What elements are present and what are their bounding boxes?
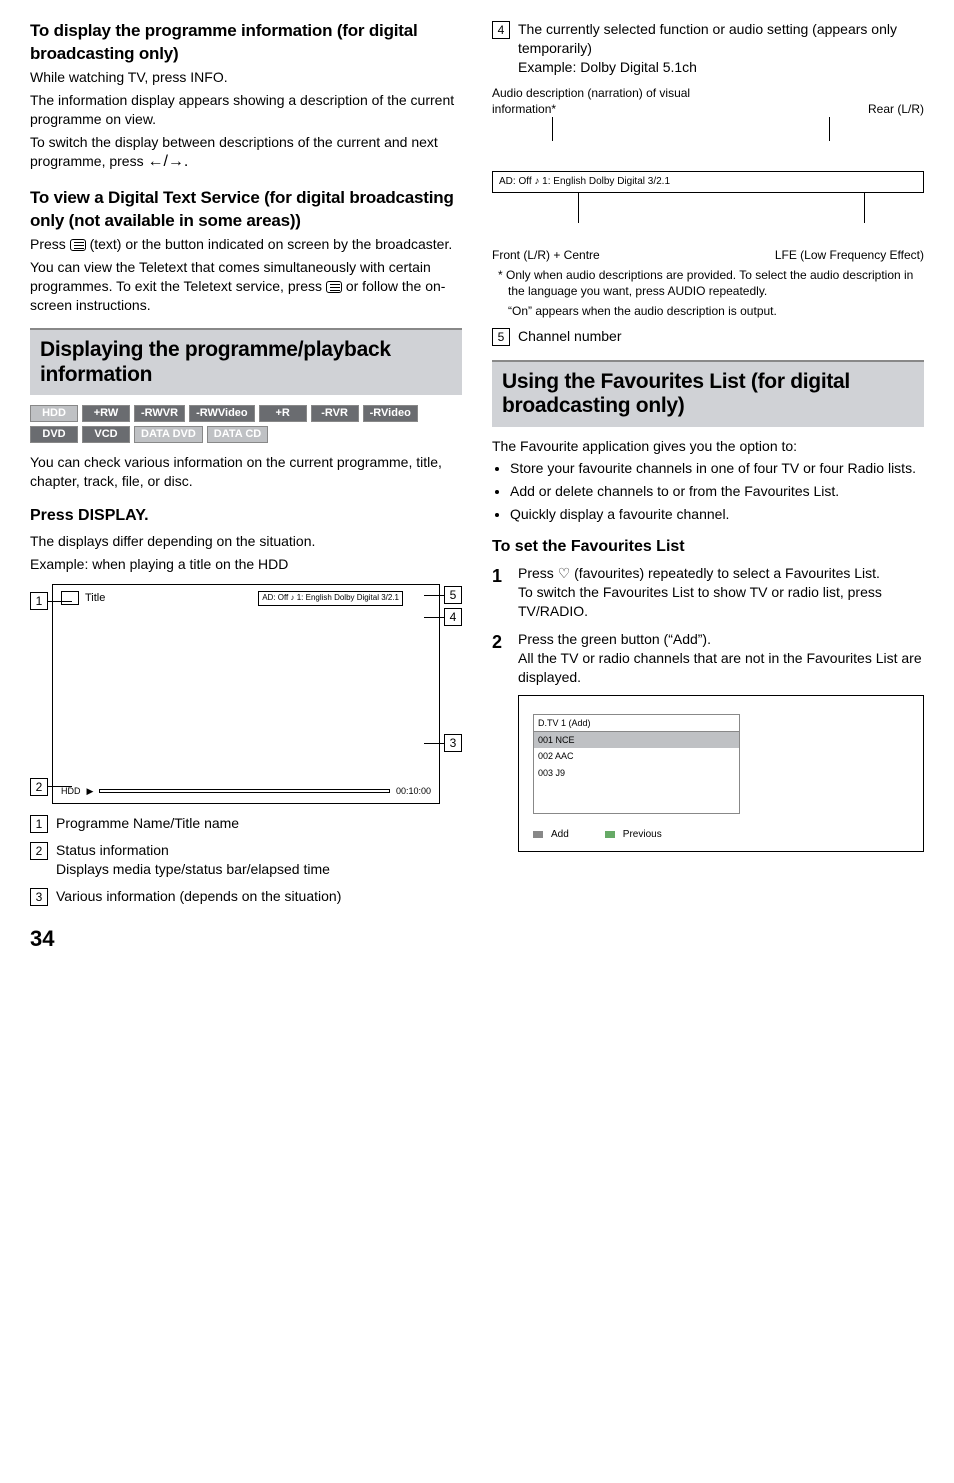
favourites-heart-icon [558,565,571,581]
favourites-screenshot: D.TV 1 (Add) 001 NCE 002 AAC 003 J9 Add … [518,695,924,852]
text: You can view the Teletext that comes sim… [30,258,462,315]
lead-line [578,193,579,223]
badge-plus-r: +R [259,405,307,422]
badge-rwvideo: -RWVideo [189,405,255,422]
text: While watching TV, press INFO. [30,68,462,87]
step-1-text-a: Press [518,565,558,581]
title-list-icon [61,591,79,605]
lead-line [48,601,72,602]
favourites-previous-label: Previous [623,828,662,842]
item-4-text: The currently selected function or audio… [518,20,924,58]
badge-rwvr: -RWVR [134,405,185,422]
dolby-label-audio-description: Audio description (narration) of visual … [492,85,730,117]
display-diagram: Title AD: Off ♪ 1: English Dolby Digital… [52,584,440,804]
item-number-1: 1 [30,815,48,833]
step-2-text-b: All the TV or radio channels that are no… [518,649,924,687]
bullet-item: Add or delete channels to or from the Fa… [510,482,924,501]
favourites-row: 003 J9 [534,765,739,781]
text: The Favourite application gives you the … [492,437,924,456]
step-number-2: 2 [492,630,508,654]
diagram-elapsed-time: 00:10:00 [396,785,431,797]
teletext-icon [326,281,342,293]
favourites-add-label: Add [551,828,569,842]
lead-line [829,117,830,141]
diagram-title-label: Title [85,591,105,606]
item-2-desc: Displays media type/status bar/elapsed t… [56,860,462,879]
favourites-row-empty [534,797,739,813]
lead-line [424,617,444,618]
heading-digital-text-service: To view a Digital Text Service (for digi… [30,187,462,233]
favourites-row: 002 AAC [534,748,739,764]
step-1-text-b: (favourites) repeatedly to select a Favo… [570,565,880,581]
item-number-2: 2 [30,842,48,860]
text: The information display appears showing … [30,91,462,129]
callout-2: 2 [30,778,48,796]
arrow-keys-icon: ←/→. [147,153,188,170]
heading-set-favourites: To set the Favourites List [492,536,924,558]
dolby-label-rear: Rear (L/R) [868,101,924,117]
item-number-4: 4 [492,21,510,39]
item-4-example: Example: Dolby Digital 5.1ch [518,58,924,77]
text: To switch the display between descriptio… [30,133,462,173]
dolby-audio-box: AD: Off ♪ 1: English Dolby Digital 3/2.1 [492,171,924,193]
item-2-title: Status information [56,841,462,860]
item-3-text: Various information (depends on the situ… [56,887,462,906]
heading-press-display: Press DISPLAY. [30,505,462,527]
text-fragment: (text) or the button indicated on screen… [86,236,453,252]
callout-3: 3 [444,734,462,752]
favourites-list-header: D.TV 1 (Add) [534,715,739,732]
heading-display-programme-info: To display the programme information (fo… [30,20,462,66]
section-banner: Using the Favourites List (for digital b… [492,360,924,426]
item-5-text: Channel number [518,327,924,346]
dolby-label-lfe: LFE (Low Frequency Effect) [775,247,924,263]
lead-line [424,595,444,596]
dolby-diagram: Audio description (narration) of visual … [492,85,924,263]
text-fragment: To switch the display between descriptio… [30,134,438,170]
favourites-row-selected: 001 NCE [534,732,739,748]
callout-5: 5 [444,586,462,604]
badge-dvd: DVD [30,426,78,443]
banner-title: Displaying the programme/playback inform… [40,338,452,386]
media-badges-group: HDD +RW -RWVR -RWVideo +R -RVR -RVideo D… [30,405,462,443]
dolby-label-front-centre: Front (L/R) + Centre [492,247,600,263]
bullet-item: Store your favourite channels in one of … [510,459,924,478]
text: Press (text) or the button indicated on … [30,235,462,254]
green-button-icon [533,831,543,838]
footnote-on-appears: “On” appears when the audio description … [492,303,924,319]
lead-line [552,117,553,141]
callout-4: 4 [444,608,462,626]
badge-vcd: VCD [82,426,130,443]
favourites-row-empty [534,781,739,797]
banner-title: Using the Favourites List (for digital b… [502,370,914,418]
text: You can check various information on the… [30,453,462,491]
item-1-text: Programme Name/Title name [56,814,462,833]
badge-datadvd: DATA DVD [134,426,203,443]
badge-hdd: HDD [30,405,78,422]
progress-bar [99,789,390,793]
badge-datacd: DATA CD [207,426,268,443]
item-number-3: 3 [30,888,48,906]
bullet-item: Quickly display a favourite channel. [510,505,924,524]
step-2-text-a: Press the green button (“Add”). [518,630,924,649]
diagram-audio-info: AD: Off ♪ 1: English Dolby Digital 3/2.1 [258,591,403,606]
lead-line [48,786,72,787]
badge-plus-rw: +RW [82,405,130,422]
section-banner: Displaying the programme/playback inform… [30,328,462,394]
text: Example: when playing a title on the HDD [30,555,462,574]
page-number: 34 [0,924,954,974]
play-icon: ▶ [87,785,94,797]
teletext-icon [70,239,86,251]
lead-line [424,743,444,744]
text-fragment: Press [30,236,70,252]
item-number-5: 5 [492,328,510,346]
footnote-audio-description: * Only when audio descriptions are provi… [492,267,924,299]
lead-line [864,193,865,223]
step-number-1: 1 [492,564,508,588]
badge-rvr: -RVR [311,405,359,422]
badge-rvideo: -RVideo [363,405,418,422]
previous-button-icon [605,831,615,838]
callout-1: 1 [30,592,48,610]
text: The displays differ depending on the sit… [30,532,462,551]
step-1-text-c: To switch the Favourites List to show TV… [518,583,924,621]
